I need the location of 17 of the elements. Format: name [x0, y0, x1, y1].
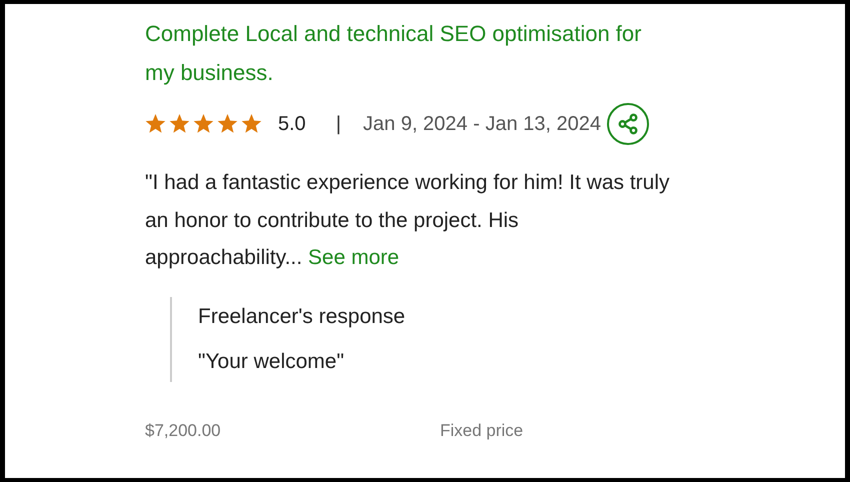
response-heading: Freelancer's response: [198, 304, 406, 330]
separator: |: [336, 112, 342, 137]
price-amount: $7,200.00: [145, 420, 222, 442]
rating-value: 5.0: [278, 112, 306, 137]
share-icon: [616, 113, 639, 135]
star-icon: [169, 114, 190, 134]
review-text: "I had a fantastic experience working for him! It was truly an honor to contribute to the project. His approachability... See more: [145, 170, 671, 271]
star-icon: [145, 114, 166, 134]
star-icon: [217, 114, 238, 134]
contract-type: Fixed price: [440, 420, 524, 442]
star-icon: [241, 114, 262, 134]
star-icon: [193, 114, 214, 134]
response-text: "Your welcome": [198, 349, 346, 375]
see-more-link[interactable]: See more: [308, 246, 400, 269]
date-range: Jan 9, 2024 - Jan 13, 2024: [363, 112, 601, 137]
share-button[interactable]: [606, 103, 649, 145]
review-title: Complete Local and technical SEO optimisation for my business.: [145, 20, 642, 87]
